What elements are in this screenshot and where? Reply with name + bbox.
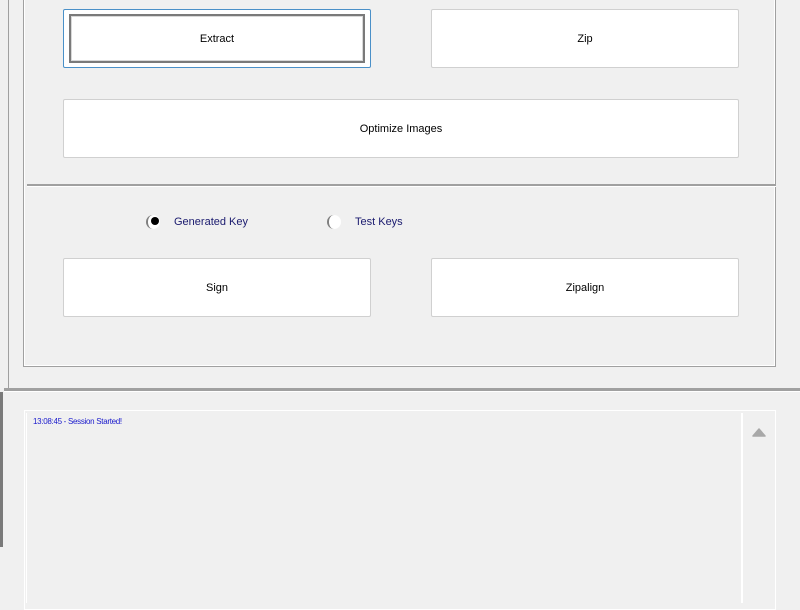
extract-button[interactable]: Extract bbox=[63, 9, 371, 68]
zip-button-label: Zip bbox=[577, 32, 593, 45]
zipalign-button-label: Zipalign bbox=[565, 281, 605, 294]
log-output[interactable]: 13:08:45 - Session Started! bbox=[26, 413, 741, 603]
zip-button[interactable]: Zip bbox=[431, 9, 739, 68]
zipalign-button[interactable]: Zipalign bbox=[431, 258, 739, 317]
window-left-border bbox=[0, 0, 9, 390]
window-left-border-lower bbox=[0, 392, 3, 547]
extract-button-label: Extract bbox=[199, 32, 235, 45]
radio-generated-key-label: Generated Key bbox=[174, 216, 248, 228]
triangle-up-icon[interactable] bbox=[751, 424, 767, 437]
radio-test-keys[interactable]: Test Keys bbox=[327, 215, 403, 229]
group-divider bbox=[27, 184, 776, 187]
radio-generated-key[interactable]: Generated Key bbox=[146, 215, 248, 229]
radio-generated-key-indicator[interactable] bbox=[146, 215, 160, 229]
log-scrollbar[interactable] bbox=[741, 413, 774, 603]
app-window: Extract Zip Optimize Images Generated Ke… bbox=[0, 0, 800, 610]
extract-button-focus-ring: Extract bbox=[69, 14, 365, 63]
sign-button-label: Sign bbox=[205, 281, 229, 294]
radio-test-keys-label: Test Keys bbox=[355, 216, 403, 228]
optimize-images-button[interactable]: Optimize Images bbox=[63, 99, 739, 158]
panel-splitter[interactable] bbox=[4, 388, 800, 392]
log-line: 13:08:45 - Session Started! bbox=[33, 417, 122, 426]
radio-test-keys-indicator[interactable] bbox=[327, 215, 341, 229]
sign-button[interactable]: Sign bbox=[63, 258, 371, 317]
optimize-images-button-label: Optimize Images bbox=[359, 122, 443, 135]
